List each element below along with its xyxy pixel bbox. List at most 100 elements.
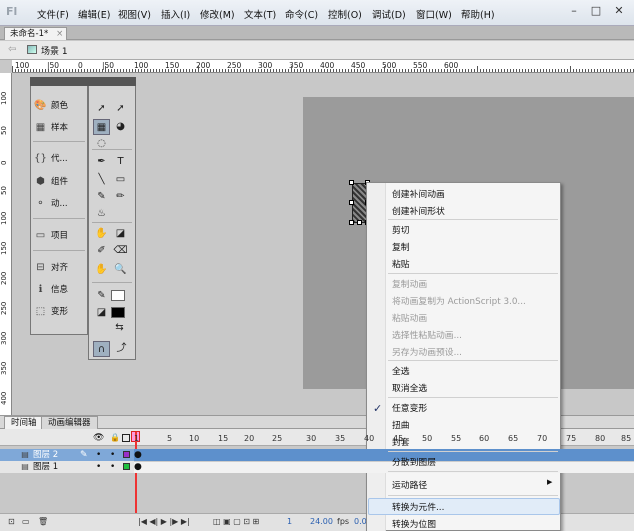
panel-item-7[interactable]: ⊟ 对齐 (34, 259, 86, 277)
panel-item-6[interactable]: ▭ 项目 (34, 227, 86, 245)
context-menu-item[interactable]: 运动路径 (392, 478, 427, 491)
menu-item[interactable]: 编辑(E) (78, 7, 110, 21)
context-menu-item[interactable]: 转换为元件... (392, 500, 444, 513)
context-menu-item[interactable]: 复制 (392, 240, 410, 253)
smooth-icon[interactable]: ⤴ (113, 341, 130, 357)
snap-magnet-icon[interactable]: ∩ (93, 341, 110, 357)
close-icon[interactable]: × (56, 28, 63, 40)
panel-item-1[interactable]: 🎨 颜色 (34, 97, 86, 115)
tab-motion-editor[interactable]: 动画编辑器 (41, 416, 98, 429)
fill-color-swatch[interactable] (111, 307, 125, 318)
back-arrow-icon[interactable]: ⇦ (8, 44, 16, 55)
eyedropper-icon[interactable]: ✐ (93, 243, 110, 259)
ruler-tick (561, 69, 562, 72)
layer-frames-selected[interactable] (134, 449, 634, 461)
frame-rate[interactable]: 24.00 (310, 517, 333, 526)
current-frame[interactable]: 1 (287, 517, 292, 526)
context-menu-item[interactable]: 扭曲 (392, 418, 410, 431)
layer-name[interactable]: 图层 2 (33, 449, 58, 461)
context-menu-item[interactable]: 转换为位图 (392, 517, 436, 530)
tools-panel-header[interactable] (88, 77, 136, 86)
stroke-color-swatch[interactable] (111, 290, 125, 301)
pen-tool-icon[interactable]: ✒ (93, 154, 110, 170)
pencil-tool-icon[interactable]: ✎ (93, 189, 110, 205)
context-menu-item[interactable]: 分散到图层 (392, 455, 436, 468)
menu-item[interactable]: 文本(T) (244, 7, 276, 21)
minimize-button[interactable]: – (563, 3, 585, 19)
transform-handle[interactable] (349, 200, 354, 205)
transform-handle[interactable] (349, 220, 354, 225)
context-menu-item[interactable]: 全选 (392, 364, 410, 377)
context-menu-item[interactable]: 取消全选 (392, 381, 427, 394)
deco-tool-icon[interactable]: ♨ (93, 206, 110, 222)
code-icon: {} (34, 153, 47, 164)
menu-item[interactable]: 控制(O) (328, 7, 362, 21)
menu-item[interactable]: 修改(M) (200, 7, 235, 21)
menu-item[interactable]: 窗口(W) (416, 7, 452, 21)
panel-item-8[interactable]: ℹ 信息 (34, 281, 86, 299)
subselection-tool-icon[interactable]: ➚ (112, 101, 129, 117)
context-menu-item[interactable]: 粘贴 (392, 257, 410, 270)
layer-frames[interactable] (134, 461, 634, 473)
menu-item[interactable]: 文件(F) (37, 7, 69, 21)
rectangle-tool-icon[interactable]: ▭ (112, 172, 129, 188)
scene-label[interactable]: 场景 1 (41, 44, 68, 57)
document-tab[interactable]: 未命名-1* × (4, 27, 68, 40)
delete-layer-icon[interactable]: 🗑 (38, 517, 48, 526)
ruler-tick (327, 69, 328, 72)
lock-dot[interactable]: • (110, 449, 115, 461)
panel-item-2[interactable]: ▦ 样本 (34, 119, 86, 137)
ruler-tick (318, 69, 319, 72)
context-menu-item[interactable]: 封套 (392, 435, 410, 448)
ruler-tick (216, 69, 217, 72)
line-tool-icon[interactable]: ╲ (93, 172, 110, 188)
tab-timeline[interactable]: 时间轴 (4, 416, 44, 429)
eye-icon[interactable]: 👁 (93, 433, 104, 443)
context-menu-item[interactable]: 剪切 (392, 223, 410, 236)
panel-item-4[interactable]: ⬢ 组件 (34, 173, 86, 191)
close-window-button[interactable]: ✕ (608, 3, 630, 19)
document-tab-title: 未命名-1* (10, 29, 49, 39)
zoom-icon[interactable]: 🔍 (112, 262, 129, 278)
lasso-tool-icon[interactable]: ◌ (93, 136, 110, 152)
frame-number: 35 (335, 434, 346, 443)
transform-handle[interactable] (349, 180, 354, 185)
maximize-button[interactable]: □ (585, 3, 607, 19)
bone-tool-icon[interactable]: ✋ (93, 226, 110, 242)
eraser-icon[interactable]: ⌫ (112, 243, 129, 259)
visibility-dot[interactable]: • (96, 461, 101, 473)
visibility-dot[interactable]: • (96, 449, 101, 461)
context-menu-item[interactable]: 创建补间动画 (392, 187, 445, 200)
transform-handle[interactable] (357, 220, 362, 225)
selection-tool-icon[interactable]: ➚ (93, 101, 110, 117)
text-tool-icon[interactable]: T (112, 154, 129, 170)
menu-item[interactable]: 命令(C) (285, 7, 318, 21)
context-menu-item[interactable]: 任意变形 (392, 401, 427, 414)
menu-item[interactable]: 调试(D) (372, 7, 406, 21)
new-layer-icon[interactable]: ⊡ (8, 517, 15, 526)
ruler-tick (300, 69, 301, 72)
layer-name[interactable]: 图层 1 (33, 461, 58, 473)
onion-skin-icons[interactable]: ◫ ▣ ▢ ⊡ ⊞ (213, 517, 259, 526)
hand-tool-icon[interactable]: ✋ (93, 262, 110, 278)
swap-colors-icon[interactable]: ⇆ (111, 320, 128, 336)
panel-item-5[interactable]: ⚬ 动... (34, 195, 86, 213)
menu-item[interactable]: 插入(I) (161, 7, 190, 21)
new-folder-icon[interactable]: ▭ (22, 517, 30, 526)
menu-item[interactable]: 帮助(H) (461, 7, 495, 21)
free-transform-tool-icon[interactable]: ▦ (93, 119, 110, 135)
lock-dot[interactable]: • (110, 461, 115, 473)
panel-item-3[interactable]: {} 代... (34, 150, 86, 168)
panel-item-9[interactable]: ⬚ 变形 (34, 303, 86, 321)
panel-header[interactable] (30, 77, 88, 86)
lock-icon[interactable]: 🔒 (110, 433, 120, 442)
layer-color-icon[interactable] (123, 451, 130, 458)
playback-controls[interactable]: |◀ ◀| ▶ |▶ ▶| (138, 517, 190, 526)
menu-item[interactable]: 视图(V) (118, 7, 151, 21)
layer-color-icon[interactable] (123, 463, 130, 470)
context-menu-item[interactable]: 创建补间形状 (392, 204, 445, 217)
outline-icon[interactable] (122, 434, 130, 442)
brush-tool-icon[interactable]: ✏ (112, 189, 129, 205)
paint-bucket-icon[interactable]: ◪ (112, 226, 129, 242)
3d-rotation-tool-icon[interactable]: ◕ (112, 119, 129, 135)
